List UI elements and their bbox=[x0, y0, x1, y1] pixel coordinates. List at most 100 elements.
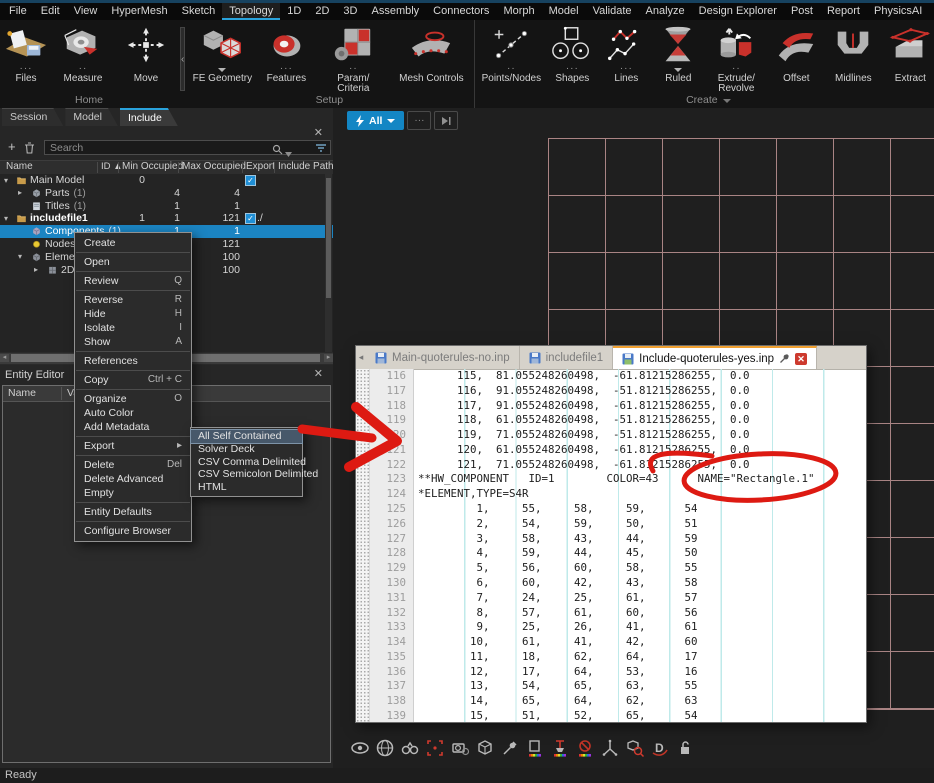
context-isolate[interactable]: Isolate I bbox=[75, 321, 191, 335]
ribbon-extrude-revolve[interactable]: ·· Extrude/ Revolve bbox=[704, 23, 768, 94]
menu-sketch[interactable]: Sketch bbox=[175, 3, 223, 20]
tree-row-parts[interactable]: ▸ Parts (1) 4 4 bbox=[0, 187, 333, 200]
binoculars-icon[interactable] bbox=[399, 737, 420, 759]
ribbon-measure[interactable]: ·· Measure bbox=[52, 23, 114, 94]
panel-close-icon[interactable]: ✕ bbox=[314, 128, 323, 139]
camera-icon[interactable] bbox=[449, 737, 470, 759]
tab-include[interactable]: Include bbox=[120, 108, 178, 126]
export-option-html[interactable]: HTML bbox=[191, 481, 302, 494]
pin-icon[interactable] bbox=[779, 353, 790, 364]
column-header-id[interactable]: ID ▲ bbox=[101, 161, 123, 173]
ribbon-move[interactable]: Move bbox=[114, 23, 178, 94]
ribbon-lines[interactable]: ··· Lines bbox=[600, 23, 652, 94]
menu-analyze[interactable]: Analyze bbox=[639, 3, 692, 20]
export-checkbox[interactable]: ✓ bbox=[245, 213, 256, 225]
context-entity-defaults[interactable]: Entity Defaults bbox=[75, 505, 191, 519]
chevron-down-icon[interactable] bbox=[722, 99, 731, 103]
entity-editor-close-icon[interactable]: ✕ bbox=[314, 369, 323, 380]
menu-design-explorer[interactable]: Design Explorer bbox=[692, 3, 784, 20]
context-hide[interactable]: Hide H bbox=[75, 307, 191, 321]
column-header-include-path[interactable]: Include Path bbox=[278, 161, 334, 173]
menu-report[interactable]: Report bbox=[820, 3, 867, 20]
expander-closed-icon[interactable]: ▸ bbox=[18, 188, 22, 197]
ribbon-extract[interactable]: Extract bbox=[882, 23, 934, 94]
lock-icon[interactable] bbox=[674, 737, 695, 759]
context-create[interactable]: Create bbox=[75, 236, 191, 250]
context-auto-color[interactable]: Auto Color bbox=[75, 406, 191, 420]
ribbon-offset[interactable]: Offset bbox=[768, 23, 824, 94]
context-configure-browser[interactable]: Configure Browser bbox=[75, 524, 191, 538]
ribbon-ruled[interactable]: Ruled bbox=[652, 23, 704, 94]
ribbon-files[interactable]: ··· Files bbox=[0, 23, 52, 94]
editor-tab-main-quoterules-no-inp[interactable]: Main-quoterules-no.inp bbox=[366, 346, 520, 369]
tab-session[interactable]: Session bbox=[2, 108, 63, 126]
trash-icon[interactable] bbox=[24, 141, 35, 159]
context-delete-advanced[interactable]: Delete Advanced bbox=[75, 472, 191, 486]
export-option-csv-semicolon-delimited[interactable]: CSV Semicolon Delimited bbox=[191, 468, 318, 481]
menu-1d[interactable]: 1D bbox=[280, 3, 308, 20]
ribbon-fe-geometry[interactable]: FE Geometry bbox=[187, 23, 257, 94]
tab-model[interactable]: Model bbox=[65, 108, 118, 126]
menu-view[interactable]: View bbox=[67, 3, 105, 20]
focus-icon[interactable] bbox=[424, 737, 445, 759]
menu-topology[interactable]: Topology bbox=[222, 3, 281, 20]
context-export[interactable]: Export ▸ bbox=[75, 439, 191, 453]
context-reverse[interactable]: Reverse R bbox=[75, 293, 191, 307]
menu-assembly[interactable]: Assembly bbox=[364, 3, 426, 20]
menu-morph[interactable]: Morph bbox=[496, 3, 541, 20]
expander-open-icon[interactable]: ▾ bbox=[4, 176, 8, 185]
ribbon-collapse-button[interactable]: ‹ bbox=[180, 27, 186, 91]
menu-3d[interactable]: 3D bbox=[336, 3, 364, 20]
context-organize[interactable]: Organize O bbox=[75, 392, 191, 406]
eye-icon[interactable] bbox=[349, 737, 370, 759]
tab-scroll-left-icon[interactable]: ◂ bbox=[356, 346, 366, 369]
export-option-csv-comma-delimited[interactable]: CSV Comma Delimited bbox=[191, 456, 306, 469]
context-references[interactable]: References bbox=[75, 354, 191, 368]
export-checkbox[interactable]: ✓ bbox=[245, 175, 256, 186]
pin-icon[interactable] bbox=[499, 737, 520, 759]
context-empty[interactable]: Empty bbox=[75, 486, 191, 500]
globe-icon[interactable] bbox=[374, 737, 395, 759]
element-colors-icon[interactable] bbox=[549, 737, 570, 759]
export-option-solver-deck[interactable]: Solver Deck bbox=[191, 443, 302, 456]
tree-vertical-scrollbar[interactable] bbox=[325, 174, 332, 352]
column-header-name[interactable]: Name bbox=[6, 161, 33, 173]
ribbon-param-criteria[interactable]: ·· Param/ Criteria bbox=[315, 23, 391, 94]
context-open[interactable]: Open bbox=[75, 255, 191, 269]
editor-body[interactable]: 116 117 118 119 120 121 122 123 124 125 126 127 128 1… bbox=[356, 369, 866, 722]
no-colors-icon[interactable] bbox=[574, 737, 595, 759]
expander-open-icon[interactable]: ▾ bbox=[18, 252, 22, 261]
display-colors-icon[interactable] bbox=[524, 737, 545, 759]
editor-code-area[interactable]: 115, 81.055248260498, -61.81215286255, 0… bbox=[414, 369, 866, 722]
column-header-max-occupied[interactable]: Max Occupied bbox=[182, 161, 246, 173]
editor-tab-includefile1[interactable]: includefile1 bbox=[520, 346, 614, 369]
graphics-viewport[interactable]: All ··· ◂ Main-quoterules-no.inp includef… bbox=[333, 108, 934, 783]
menu-post[interactable]: Post bbox=[784, 3, 820, 20]
scroll-left-icon[interactable]: ◂ bbox=[0, 354, 9, 362]
menu-hypermesh[interactable]: HyperMesh bbox=[104, 3, 174, 20]
context-add-metadata[interactable]: Add Metadata bbox=[75, 420, 191, 434]
menu-model[interactable]: Model bbox=[542, 3, 586, 20]
step-button[interactable] bbox=[434, 111, 459, 130]
column-header-min-occupied[interactable]: Min Occupied bbox=[122, 161, 183, 173]
expander-open-icon[interactable]: ▾ bbox=[4, 214, 8, 223]
zoom-select-icon[interactable] bbox=[624, 737, 645, 759]
menu-item[interactable]: + bbox=[929, 3, 934, 20]
search-icon[interactable] bbox=[272, 142, 283, 160]
scroll-right-icon[interactable]: ▸ bbox=[324, 354, 333, 362]
more-options-button[interactable]: ··· bbox=[407, 111, 432, 130]
ribbon-shapes[interactable]: ··· Shapes bbox=[544, 23, 600, 94]
context-copy[interactable]: Copy Ctrl + C bbox=[75, 373, 191, 387]
triad-icon[interactable] bbox=[599, 737, 620, 759]
column-header-export[interactable]: Export bbox=[246, 161, 275, 173]
tree-row-includefile1[interactable]: ▾ includefile1 1 1 121 ✓ ./ bbox=[0, 212, 333, 225]
close-tab-icon[interactable]: ✕ bbox=[795, 352, 808, 365]
export-option-all-self-contained[interactable]: All Self Contained bbox=[190, 429, 303, 444]
tree-row-titles[interactable]: Titles (1) 1 1 bbox=[0, 200, 333, 213]
entity-filter-button[interactable]: All bbox=[347, 111, 405, 130]
ribbon-midlines[interactable]: Midlines bbox=[824, 23, 882, 94]
add-icon[interactable]: + bbox=[8, 140, 16, 153]
filter-icon[interactable] bbox=[315, 141, 327, 159]
menu-validate[interactable]: Validate bbox=[586, 3, 639, 20]
expander-closed-icon[interactable]: ▸ bbox=[34, 265, 38, 274]
